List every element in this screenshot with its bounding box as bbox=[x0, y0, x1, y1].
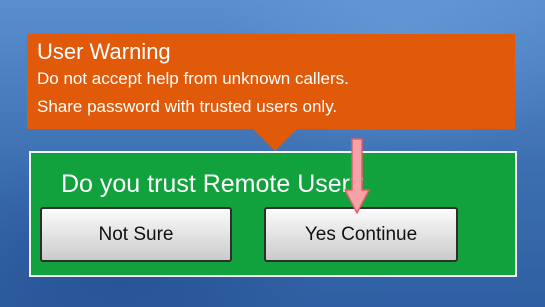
trust-question: Do you trust Remote User? bbox=[61, 170, 364, 198]
down-arrow-icon bbox=[344, 138, 370, 214]
warning-title: User Warning bbox=[37, 39, 171, 64]
yes-continue-button[interactable]: Yes Continue bbox=[264, 207, 458, 262]
trust-prompt-box: Do you trust Remote User? Not Sure Yes C… bbox=[29, 151, 517, 277]
not-sure-button[interactable]: Not Sure bbox=[40, 207, 232, 262]
warning-line-1: Do not accept help from unknown callers. bbox=[37, 69, 349, 88]
warning-pointer bbox=[253, 129, 297, 151]
warning-line-2: Share password with trusted users only. bbox=[37, 97, 338, 116]
user-warning-box: User Warning Do not accept help from unk… bbox=[27, 34, 515, 129]
